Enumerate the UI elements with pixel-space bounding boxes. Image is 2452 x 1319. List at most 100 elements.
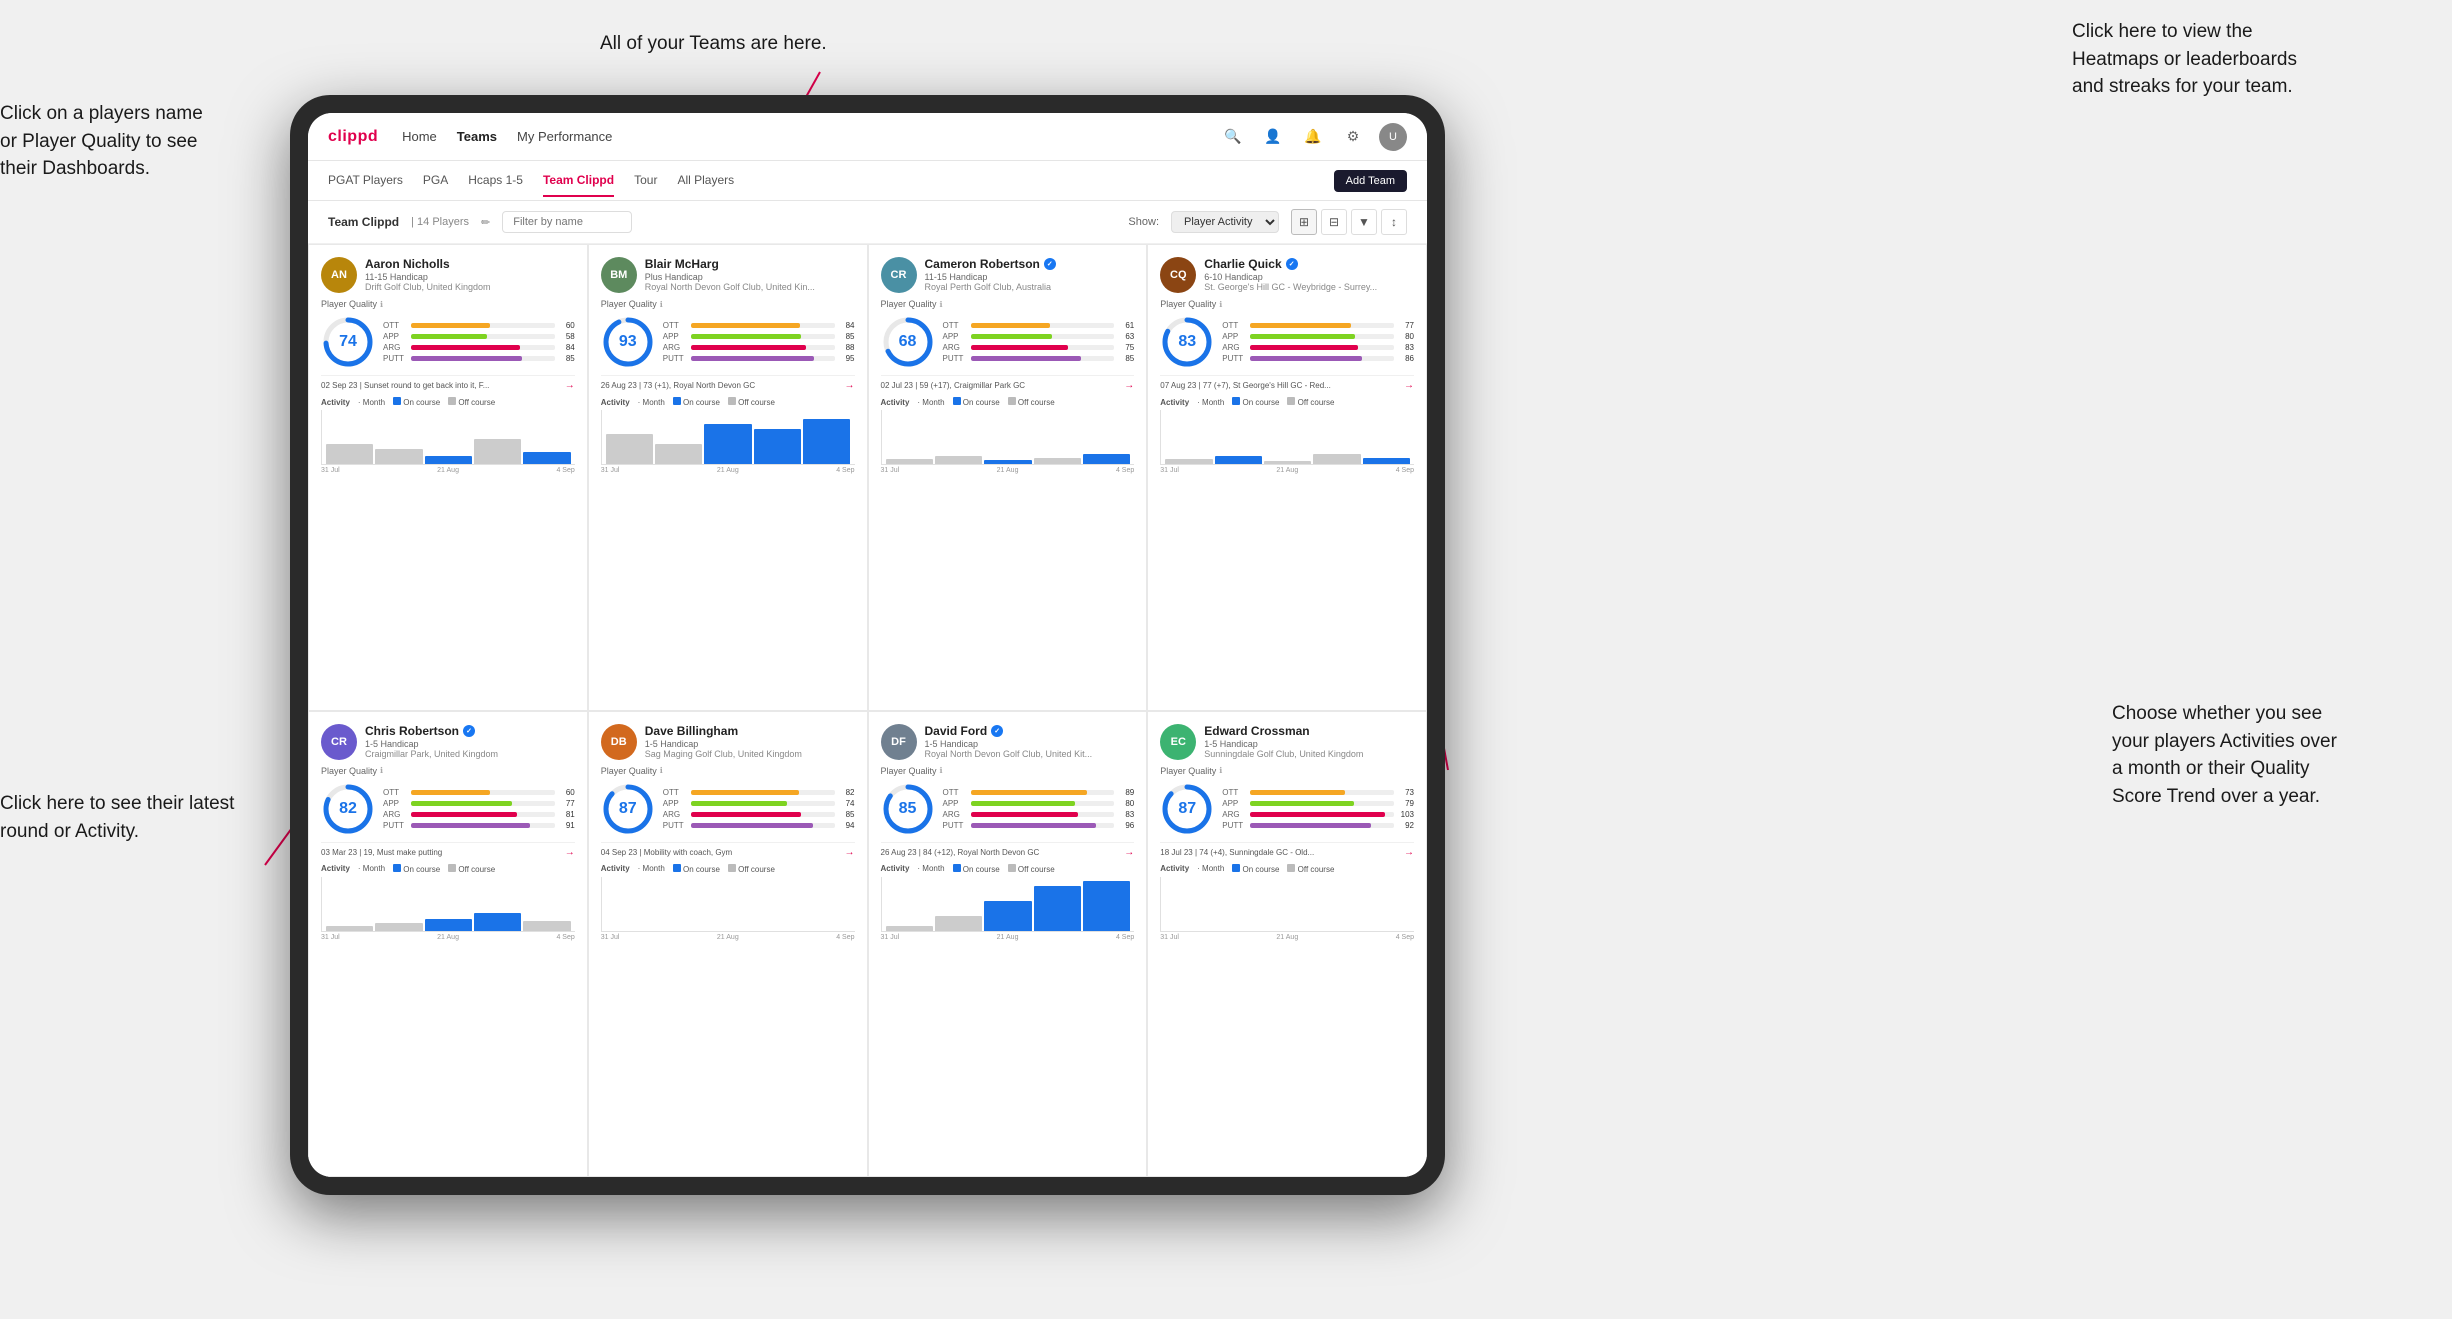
player-card[interactable]: CQ Charlie Quick ✓ 6-10 Handicap St. Geo…	[1147, 244, 1427, 711]
show-select[interactable]: Player Activity	[1171, 211, 1279, 233]
quality-row-ott: OTT 73	[1222, 788, 1414, 797]
player-name[interactable]: David Ford ✓	[925, 724, 1135, 738]
chart-area	[881, 877, 1135, 932]
quality-section: 85 OTT 89 APP 80 ARG 83	[881, 782, 1135, 836]
player-card[interactable]: CR Chris Robertson ✓ 1-5 Handicap Craigm…	[308, 711, 588, 1178]
avatar[interactable]: U	[1379, 123, 1407, 151]
recent-round[interactable]: 26 Aug 23 | 84 (+12), Royal North Devon …	[881, 842, 1135, 858]
round-arrow[interactable]: →	[845, 380, 855, 391]
round-arrow[interactable]: →	[1124, 847, 1134, 858]
quality-label: Player Quality ℹ	[881, 299, 1135, 309]
team-count-label: | 14 Players	[411, 216, 469, 228]
quality-circle[interactable]: 93	[601, 315, 655, 369]
edit-icon[interactable]: ✏	[481, 216, 490, 229]
quality-number: 85	[899, 800, 917, 818]
player-avatar[interactable]: DB	[601, 724, 637, 760]
quality-circle[interactable]: 68	[881, 315, 935, 369]
off-course-legend: Off course	[1008, 397, 1055, 407]
player-name[interactable]: Charlie Quick ✓	[1204, 257, 1414, 271]
player-club: Royal North Devon Golf Club, United Kit.…	[925, 749, 1135, 759]
player-card[interactable]: CR Cameron Robertson ✓ 11-15 Handicap Ro…	[868, 244, 1148, 711]
chart-bars	[1161, 410, 1414, 464]
player-name[interactable]: Cameron Robertson ✓	[925, 257, 1135, 271]
player-avatar[interactable]: EC	[1160, 724, 1196, 760]
off-course-legend: Off course	[728, 864, 775, 874]
quality-bars: OTT 60 APP 77 ARG 81 PUTT 91	[383, 788, 575, 830]
chart-area	[321, 877, 575, 932]
quality-row-app: APP 74	[663, 799, 855, 808]
subnav-team-clippd[interactable]: Team Clippd	[543, 165, 614, 197]
settings-icon[interactable]: ⚙	[1339, 123, 1367, 151]
round-arrow[interactable]: →	[1124, 380, 1134, 391]
activity-label: Activity	[321, 398, 350, 407]
recent-round[interactable]: 18 Jul 23 | 74 (+4), Sunningdale GC - Ol…	[1160, 842, 1414, 858]
recent-round[interactable]: 04 Sep 23 | Mobility with coach, Gym →	[601, 842, 855, 858]
player-handicap: 6-10 Handicap	[1204, 272, 1414, 282]
profile-icon[interactable]: 👤	[1259, 123, 1287, 151]
bell-icon[interactable]: 🔔	[1299, 123, 1327, 151]
quality-row-app: APP 58	[383, 332, 575, 341]
nav-link-teams[interactable]: Teams	[457, 125, 497, 148]
nav-link-performance[interactable]: My Performance	[517, 125, 612, 148]
quality-row-ott: OTT 77	[1222, 321, 1414, 330]
player-card[interactable]: BM Blair McHarg Plus Handicap Royal Nort…	[588, 244, 868, 711]
recent-round[interactable]: 07 Aug 23 | 77 (+7), St George's Hill GC…	[1160, 375, 1414, 391]
player-name[interactable]: Chris Robertson ✓	[365, 724, 575, 738]
round-arrow[interactable]: →	[1404, 847, 1414, 858]
recent-round[interactable]: 03 Mar 23 | 19, Must make putting →	[321, 842, 575, 858]
subnav-all-players[interactable]: All Players	[677, 165, 734, 197]
player-card[interactable]: AN Aaron Nicholls 11-15 Handicap Drift G…	[308, 244, 588, 711]
quality-row-arg: ARG 83	[943, 810, 1135, 819]
recent-round[interactable]: 26 Aug 23 | 73 (+1), Royal North Devon G…	[601, 375, 855, 391]
recent-round[interactable]: 02 Jul 23 | 59 (+17), Craigmillar Park G…	[881, 375, 1135, 391]
player-avatar[interactable]: CR	[321, 724, 357, 760]
subnav-hcaps[interactable]: Hcaps 1-5	[468, 165, 523, 197]
player-name[interactable]: Edward Crossman	[1204, 724, 1414, 738]
round-arrow[interactable]: →	[1404, 380, 1414, 391]
verified-badge: ✓	[1044, 258, 1056, 270]
quality-circle[interactable]: 85	[881, 782, 935, 836]
activity-section: Activity · Month On course Off course 31…	[321, 397, 575, 698]
quality-circle[interactable]: 74	[321, 315, 375, 369]
subnav-tour[interactable]: Tour	[634, 165, 657, 197]
player-name[interactable]: Aaron Nicholls	[365, 257, 575, 271]
round-arrow[interactable]: →	[845, 847, 855, 858]
activity-label: Activity	[601, 864, 630, 873]
view-sort-icon[interactable]: ↕	[1381, 209, 1407, 235]
subnav-pga[interactable]: PGA	[423, 165, 448, 197]
player-card[interactable]: EC Edward Crossman 1-5 Handicap Sunningd…	[1147, 711, 1427, 1178]
round-arrow[interactable]: →	[565, 847, 575, 858]
quality-row-arg: ARG 75	[943, 343, 1135, 352]
chart-bar	[474, 913, 521, 931]
nav-link-home[interactable]: Home	[402, 125, 437, 148]
recent-round[interactable]: 02 Sep 23 | Sunset round to get back int…	[321, 375, 575, 391]
player-card[interactable]: DB Dave Billingham 1-5 Handicap Sag Magi…	[588, 711, 868, 1178]
chart-area	[601, 410, 855, 465]
navbar: clippd Home Teams My Performance 🔍 👤 🔔 ⚙…	[308, 113, 1427, 161]
filter-input[interactable]	[502, 211, 632, 233]
round-arrow[interactable]: →	[565, 380, 575, 391]
view-grid3-icon[interactable]: ⊟	[1321, 209, 1347, 235]
player-name[interactable]: Dave Billingham	[645, 724, 855, 738]
search-icon[interactable]: 🔍	[1219, 123, 1247, 151]
chart-bar	[326, 926, 373, 931]
quality-circle[interactable]: 82	[321, 782, 375, 836]
view-grid4-icon[interactable]: ⊞	[1291, 209, 1317, 235]
player-avatar[interactable]: AN	[321, 257, 357, 293]
quality-circle[interactable]: 87	[601, 782, 655, 836]
view-filter-icon[interactable]: ▼	[1351, 209, 1377, 235]
player-avatar[interactable]: CR	[881, 257, 917, 293]
annotation-choose: Choose whether you see your players Acti…	[2112, 700, 2412, 810]
player-name[interactable]: Blair McHarg	[645, 257, 855, 271]
player-avatar[interactable]: CQ	[1160, 257, 1196, 293]
add-team-button[interactable]: Add Team	[1334, 170, 1407, 192]
subnav-pgat[interactable]: PGAT Players	[328, 165, 403, 197]
chart-bar	[935, 456, 982, 464]
quality-circle[interactable]: 83	[1160, 315, 1214, 369]
recent-round-text: 02 Sep 23 | Sunset round to get back int…	[321, 381, 489, 390]
player-handicap: 1-5 Handicap	[365, 739, 575, 749]
quality-circle[interactable]: 87	[1160, 782, 1214, 836]
player-card[interactable]: DF David Ford ✓ 1-5 Handicap Royal North…	[868, 711, 1148, 1178]
player-avatar[interactable]: DF	[881, 724, 917, 760]
player-avatar[interactable]: BM	[601, 257, 637, 293]
